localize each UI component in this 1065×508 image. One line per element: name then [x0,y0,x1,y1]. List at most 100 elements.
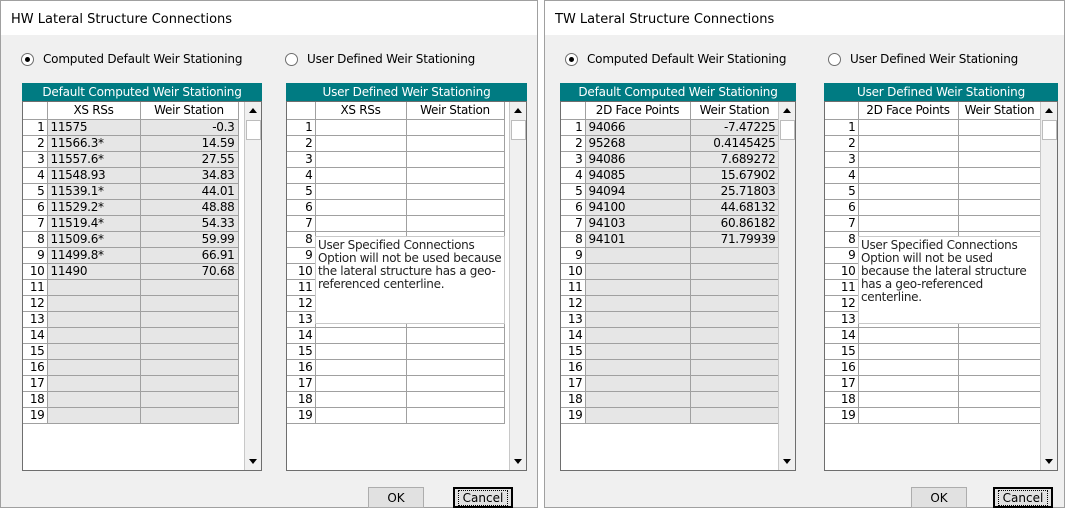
cell-weir-station[interactable] [140,375,239,392]
cell-rs[interactable] [585,375,691,392]
tw-computed-table[interactable]: 2D Face Points Weir Station 1 94066 -7.472… [561,102,780,424]
table-row[interactable]: 17 [561,375,780,392]
cell-weir-station[interactable]: 25.71803 [690,183,780,200]
table-row[interactable]: 19 [561,407,780,424]
cell-weir-station[interactable] [690,279,780,296]
table-row[interactable]: 7 11519.4* 54.33 [23,215,239,232]
table-row[interactable]: 9 [561,247,780,264]
tw-cancel-button[interactable]: Cancel [993,487,1053,508]
tw-computed-grid[interactable]: 2D Face Points Weir Station 1 94066 -7.472… [560,101,796,471]
scroll-down-icon[interactable] [779,453,795,470]
cell-user-rs[interactable] [315,375,407,392]
cell-user-weir-station[interactable] [958,359,1042,376]
table-row[interactable]: 18 [561,391,780,408]
cell-weir-station[interactable] [690,359,780,376]
cell-user-rs[interactable] [858,135,959,152]
table-row[interactable]: 17 [23,375,239,392]
table-row[interactable]: 19 [23,407,239,424]
table-row[interactable]: 3 94086 7.689272 [561,151,780,168]
table-row[interactable]: 17 [825,375,1042,392]
tw-radio-computed[interactable]: Computed Default Weir Stationing [565,51,786,67]
table-row[interactable]: 2 11566.3* 14.59 [23,135,239,152]
table-row[interactable]: 2 95268 0.4145425 [561,135,780,152]
table-row[interactable]: 4 [287,167,505,184]
cell-rs[interactable] [47,407,141,424]
cell-weir-station[interactable]: 0.4145425 [690,135,780,152]
scroll-down-icon[interactable] [245,453,261,470]
tw-user-grid[interactable]: 2D Face Points Weir Station 1 2 3 4 5 6 7 8 9 10 1… [824,101,1058,471]
cell-rs[interactable] [585,247,691,264]
table-row[interactable]: 14 [825,327,1042,344]
table-row[interactable]: 3 11557.6* 27.55 [23,151,239,168]
cell-user-rs[interactable] [858,327,959,344]
cell-weir-station[interactable]: 15.67902 [690,167,780,184]
cell-user-weir-station[interactable] [958,183,1042,200]
cell-user-weir-station[interactable] [406,135,505,152]
cell-weir-station[interactable]: 34.83 [140,167,239,184]
cell-user-rs[interactable] [315,135,407,152]
cell-weir-station[interactable]: 44.68132 [690,199,780,216]
cell-rs[interactable] [47,343,141,360]
hw-ok-button[interactable]: OK [368,487,424,508]
cell-rs[interactable] [585,359,691,376]
cell-user-weir-station[interactable] [958,119,1042,136]
cell-user-weir-station[interactable] [958,391,1042,408]
cell-weir-station[interactable]: 60.86182 [690,215,780,232]
cell-user-weir-station[interactable] [958,375,1042,392]
table-row[interactable]: 8 94101 71.79939 [561,231,780,248]
cell-rs[interactable] [47,311,141,328]
table-row[interactable]: 12 [23,295,239,312]
cell-user-rs[interactable] [858,359,959,376]
cell-weir-station[interactable]: 70.68 [140,263,239,280]
table-row[interactable]: 4 [825,167,1042,184]
table-row[interactable]: 6 [287,199,505,216]
table-row[interactable]: 19 [825,407,1042,424]
table-row[interactable]: 13 [23,311,239,328]
cell-rs[interactable]: 94066 [585,119,691,136]
cell-weir-station[interactable] [140,279,239,296]
scroll-down-icon[interactable] [510,453,526,470]
table-row[interactable]: 15 [561,343,780,360]
cell-rs[interactable] [47,327,141,344]
table-row[interactable]: 7 94103 60.86182 [561,215,780,232]
cell-weir-station[interactable] [140,327,239,344]
cell-user-weir-station[interactable] [958,167,1042,184]
hw-computed-grid[interactable]: XS RSs Weir Station 1 11575 -0.3 2 11566.3* 1… [22,101,262,471]
cell-rs[interactable]: 11490 [47,263,141,280]
table-row[interactable]: 4 94085 15.67902 [561,167,780,184]
table-row[interactable]: 10 11490 70.68 [23,263,239,280]
cell-user-rs[interactable] [315,183,407,200]
tw-ok-button[interactable]: OK [911,487,967,508]
radio-selected-icon[interactable] [21,52,34,66]
table-row[interactable]: 7 [825,215,1042,232]
table-row[interactable]: 14 [23,327,239,344]
cell-rs[interactable]: 11529.2* [47,199,141,216]
cell-user-weir-station[interactable] [406,343,505,360]
cell-rs[interactable]: 94086 [585,151,691,168]
cell-rs[interactable] [47,375,141,392]
cell-weir-station[interactable] [690,343,780,360]
table-row[interactable]: 6 11529.2* 48.88 [23,199,239,216]
cell-rs[interactable]: 94094 [585,183,691,200]
cell-weir-station[interactable] [690,295,780,312]
hw-cancel-button[interactable]: Cancel [453,487,513,508]
cell-rs[interactable] [47,279,141,296]
scroll-up-icon[interactable] [779,102,795,119]
cell-rs[interactable] [585,391,691,408]
scroll-thumb[interactable] [780,120,795,140]
cell-user-weir-station[interactable] [958,327,1042,344]
table-row[interactable]: 16 [23,359,239,376]
table-row[interactable]: 6 [825,199,1042,216]
tw-user-scrollbar[interactable] [1040,102,1057,470]
table-row[interactable]: 1 [825,119,1042,136]
hw-user-scrollbar[interactable] [509,102,526,470]
cell-rs[interactable] [47,359,141,376]
table-row[interactable]: 11 [561,279,780,296]
cell-user-rs[interactable] [858,375,959,392]
radio-unselected-icon[interactable] [285,52,298,66]
table-row[interactable]: 14 [287,327,505,344]
cell-user-weir-station[interactable] [406,407,505,424]
cell-weir-station[interactable] [690,407,780,424]
cell-weir-station[interactable] [140,343,239,360]
cell-user-weir-station[interactable] [958,135,1042,152]
